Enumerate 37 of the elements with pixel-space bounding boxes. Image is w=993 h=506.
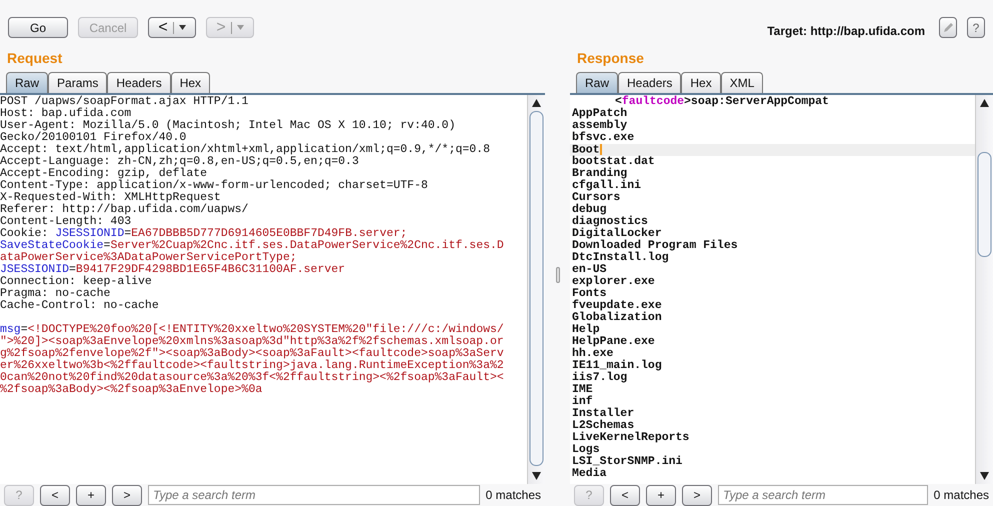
toolbar-button[interactable]: Go (8, 17, 68, 38)
tab[interactable]: Hex (170, 72, 210, 93)
down-arrow-icon[interactable] (980, 472, 989, 480)
tab[interactable]: Headers (618, 72, 682, 93)
tab[interactable]: Raw (6, 72, 48, 93)
search-field[interactable]: Type a search term (718, 485, 928, 505)
down-arrow-icon[interactable] (532, 472, 541, 480)
scrollbar[interactable] (527, 95, 545, 484)
pane-title: Request (6, 49, 64, 68)
help-button[interactable]: ? (967, 17, 985, 38)
scroll-thumb[interactable] (529, 111, 544, 466)
search-field[interactable]: Type a search term (148, 485, 480, 505)
edit-button[interactable] (939, 17, 957, 38)
up-arrow-icon[interactable] (980, 99, 989, 107)
tab[interactable]: Hex (681, 72, 721, 93)
match-count: 0 matches (486, 488, 541, 502)
search-nav-button[interactable]: < (610, 484, 640, 506)
pane-title: Response (576, 49, 645, 68)
search-nav-button[interactable]: > (112, 484, 142, 506)
search-nav-button[interactable]: > (682, 484, 712, 506)
caret-icon (178, 25, 186, 30)
target-label: Target: http://bap.ufida.com (767, 24, 925, 38)
match-count: 0 matches (934, 488, 989, 502)
search-nav-button[interactable]: + (76, 484, 106, 506)
scrollbar[interactable] (975, 95, 993, 484)
pencil-icon (942, 22, 954, 33)
caret-icon (236, 25, 244, 30)
tab[interactable]: Raw (576, 72, 618, 93)
search-nav-button[interactable]: < (40, 484, 70, 506)
scroll-thumb[interactable] (977, 152, 992, 257)
tab[interactable]: XML (720, 72, 764, 93)
tab[interactable]: Params (48, 72, 108, 93)
search-nav-button[interactable]: + (646, 484, 676, 506)
tab[interactable]: Headers (107, 72, 171, 93)
history-button[interactable]: < (148, 17, 196, 38)
splitter-handle-icon[interactable] (556, 267, 560, 283)
up-arrow-icon[interactable] (532, 99, 541, 107)
